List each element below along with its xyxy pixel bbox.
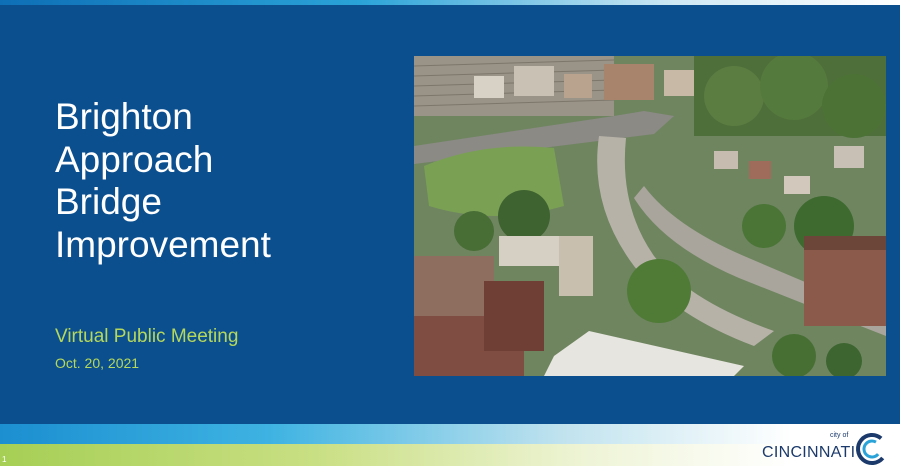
title-line-4: Improvement (55, 223, 271, 265)
aerial-photo-illustration (414, 56, 886, 376)
meeting-subtitle: Virtual Public Meeting (55, 326, 239, 347)
slide-title: Brighton Approach Bridge Improvement (55, 96, 385, 266)
logo-name: CINCINNATI (762, 444, 856, 461)
meeting-date: Oct. 20, 2021 (55, 355, 140, 371)
page-number: 1 (2, 455, 7, 464)
aerial-photo (414, 56, 886, 376)
title-line-2: Approach (55, 138, 214, 180)
title-line-3: Bridge (55, 181, 162, 222)
cincinnati-c-logo-icon (856, 433, 888, 465)
cincinnati-logo: city of CINCINNATI (755, 430, 895, 468)
title-line-1: Brighton (55, 96, 193, 137)
footer-band: 1 city of CINCINNATI (0, 424, 900, 473)
slide: Brighton Approach Bridge Improvement Vir… (0, 0, 900, 473)
logo-prefix: city of (830, 432, 849, 439)
